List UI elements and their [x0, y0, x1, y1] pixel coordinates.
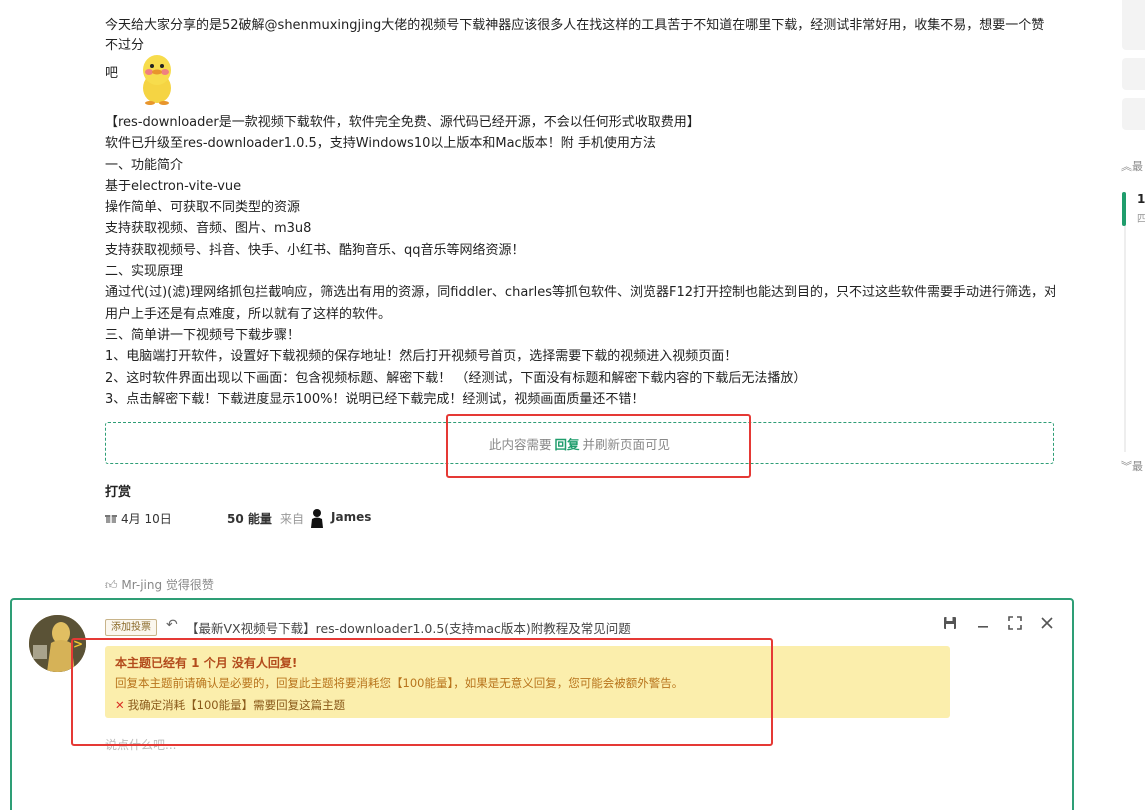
post-line: 基于electron-vite-vue [105, 178, 242, 194]
post-line: 一、功能简介 [105, 157, 184, 173]
post-line: 3、点击解密下载！下载进度显示100%！说明已经下载完成！经测试，视频画面质量还… [105, 391, 645, 407]
post-intro-tail: 吧 [105, 66, 119, 81]
post-line: 支持获取视频、音频、图片、m3u8 [105, 221, 312, 237]
reward-title: 打赏 [105, 485, 132, 500]
user-avatar[interactable] [309, 508, 325, 528]
sidebar-top-link[interactable]: ︽最 [1121, 158, 1143, 174]
post-intro: 今天给大家分享的是52破解@shenmuxingjing大佬的视频号下载神器应该… [105, 18, 1045, 53]
post-line: 2、这时软件界面出现以下画面：包含视频标题、解密下载！ （经测试，下面没有标题和… [105, 370, 807, 386]
reward-from: 来自 [280, 512, 305, 526]
progress-track [1124, 192, 1126, 452]
post-line: 用户上手还是有点难度，所以就有了这样的软件。 [105, 306, 392, 322]
post-line: 三、简单讲一下视频号下载步骤！ [105, 327, 301, 343]
reward-username[interactable]: James [331, 510, 371, 524]
post-line: 1、电脑端打开软件，设置好下载视频的保存地址！然后打开视频号首页，选择需要下载的… [105, 349, 738, 365]
post-line: 【res-downloader是一款视频下载软件，软件完全免费、源代码已经开源，… [105, 115, 700, 130]
highlight-box [446, 414, 751, 478]
reward-energy: 50 能量 [227, 512, 272, 526]
close-icon[interactable] [1038, 616, 1056, 634]
reply-arrow-icon: ↶ [166, 617, 178, 633]
chevron-down-icon: ︾ [1121, 460, 1132, 473]
sidebar-post-date: 四 [1137, 214, 1145, 225]
likes-line: 👍︎ Mr-jing 觉得很赞 [105, 576, 214, 593]
sidebar-box[interactable] [1122, 98, 1145, 130]
post-body: 【res-downloader是一款视频下载软件，软件完全免费、源代码已经开源，… [105, 112, 1055, 410]
post-line: 二、实现原理 [105, 264, 184, 280]
sidebar-box[interactable] [1122, 18, 1145, 50]
highlight-box [71, 638, 773, 746]
duck-emoji-icon [143, 55, 171, 105]
minimize-icon[interactable] [974, 616, 992, 634]
progress-indicator[interactable] [1122, 192, 1126, 226]
likes-text: Mr-jing 觉得很赞 [121, 578, 214, 592]
fullscreen-icon[interactable] [1006, 616, 1024, 634]
sidebar-bottom-link[interactable]: ︾最 [1121, 458, 1143, 474]
post-line: 通过代(过)(滤)理网络抓包拦截响应，筛选出有用的资源，同fiddler、cha… [105, 285, 1055, 301]
sidebar-post-number: 1 [1137, 192, 1145, 206]
chevron-up-icon: ︽ [1121, 160, 1132, 173]
reward-date: 4月 10日 [121, 512, 172, 526]
thumbs-up-icon: 👍︎ [105, 578, 122, 592]
gift-icon [105, 512, 117, 524]
reply-topic-title: 【最新VX视频号下载】res-downloader1.0.5(支持mac版本)附… [186, 621, 631, 636]
save-icon[interactable] [941, 616, 959, 634]
add-vote-button[interactable]: 添加投票 [105, 619, 157, 636]
sidebar-box[interactable] [1122, 58, 1145, 90]
post-line: 操作简单、可获取不同类型的资源 [105, 200, 301, 216]
post-line: 软件已升级至res-downloader1.0.5，支持Windows10以上版… [105, 136, 656, 152]
post-line: 支持获取视频号、抖音、快手、小红书、酷狗音乐、qq音乐等网络资源！ [105, 242, 525, 258]
reward-row: 4月 10日 50 能量 来自 James [105, 508, 405, 528]
